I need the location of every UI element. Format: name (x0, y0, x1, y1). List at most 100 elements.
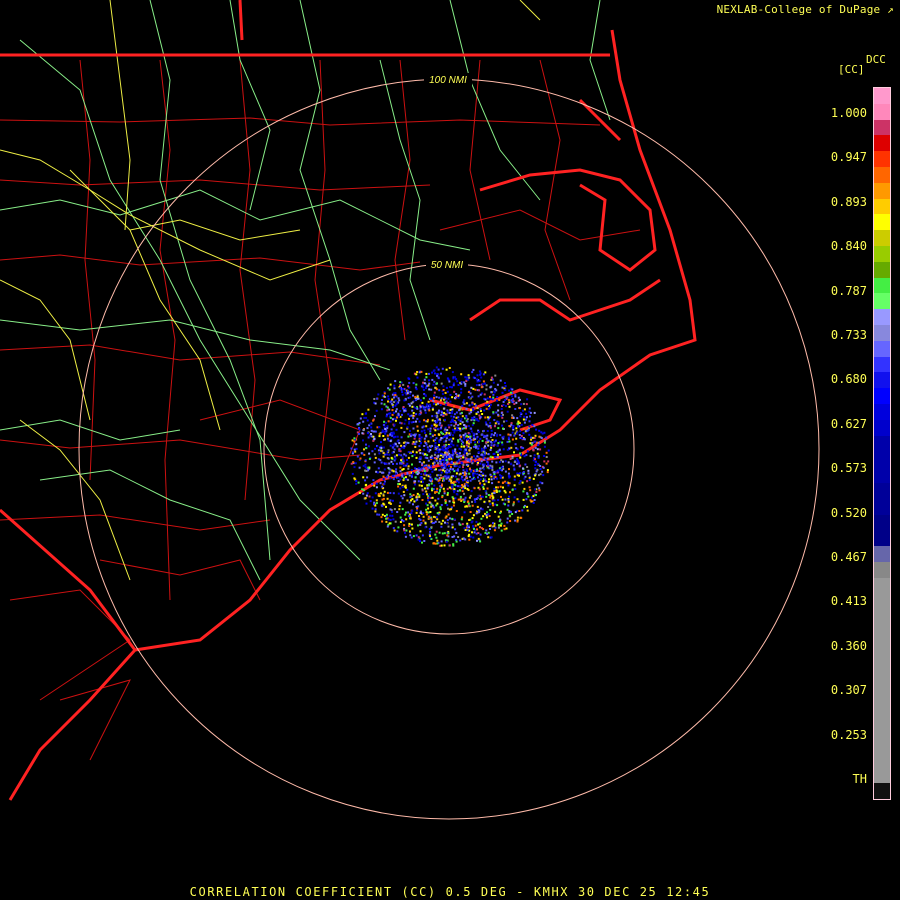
echo-pixel (506, 396, 509, 399)
echo-pixel (410, 421, 413, 424)
echo-pixel (419, 523, 422, 526)
echo-pixel (511, 416, 514, 419)
echo-pixel (366, 427, 369, 430)
echo-pixel (373, 398, 376, 400)
echo-pixel (399, 470, 402, 473)
echo-pixel (405, 529, 408, 532)
echo-pixel (386, 491, 389, 494)
echo-pixel (399, 478, 402, 481)
echo-pixel (438, 389, 441, 392)
echo-pixel (374, 510, 377, 513)
echo-pixel (506, 521, 509, 524)
legend-tick-label: 0.840 (830, 239, 867, 254)
echo-pixel (422, 481, 424, 484)
echo-pixel (435, 437, 438, 440)
echo-pixel (414, 476, 417, 479)
echo-pixel (443, 440, 446, 443)
echo-pixel (479, 462, 482, 465)
echo-pixel (457, 384, 460, 386)
echo-pixel (487, 513, 490, 516)
echo-pixel (425, 376, 428, 379)
echo-pixel (512, 504, 515, 507)
legend-swatch (874, 403, 890, 420)
echo-pixel (467, 504, 470, 507)
echo-pixel (445, 540, 448, 543)
echo-pixel (449, 393, 452, 396)
echo-pixel (517, 460, 520, 463)
echo-pixel (501, 498, 504, 501)
echo-pixel (425, 469, 428, 472)
echo-pixel (387, 395, 390, 398)
echo-pixel (476, 407, 479, 410)
echo-pixel (486, 511, 488, 514)
legend-swatch (874, 119, 890, 136)
echo-pixel (426, 493, 428, 496)
echo-pixel (479, 416, 482, 419)
echo-pixel (389, 518, 392, 521)
echo-pixel (468, 404, 471, 407)
echo-pixel (478, 444, 481, 447)
echo-pixel (377, 449, 380, 452)
echo-pixel (499, 468, 502, 471)
echo-pixel (372, 419, 375, 422)
echo-pixel (481, 433, 484, 436)
echo-pixel (450, 460, 453, 463)
echo-pixel (387, 398, 390, 401)
echo-pixel (478, 370, 481, 373)
echo-pixel (528, 420, 531, 423)
echo-pixel (437, 492, 440, 495)
echo-pixel (477, 441, 480, 444)
echo-pixel (460, 518, 463, 521)
echo-pixel (393, 384, 396, 387)
echo-pixel (382, 455, 385, 458)
echo-pixel (453, 465, 456, 468)
echo-pixel (399, 410, 402, 412)
echo-pixel (469, 535, 472, 538)
echo-pixel (372, 439, 375, 442)
echo-pixel (400, 472, 403, 475)
echo-pixel (395, 454, 398, 457)
echo-pixel (519, 456, 522, 459)
echo-pixel (412, 487, 415, 490)
echo-pixel (387, 467, 390, 469)
echo-pixel (511, 488, 514, 491)
echo-pixel (386, 409, 389, 412)
echo-pixel (534, 440, 537, 443)
echo-pixel (358, 466, 361, 469)
echo-pixel (422, 388, 425, 391)
echo-pixel (438, 482, 441, 485)
echo-pixel (432, 506, 435, 509)
echo-pixel (434, 520, 437, 523)
echo-pixel (433, 453, 436, 456)
echo-pixel (455, 378, 458, 381)
echo-pixel (467, 500, 470, 503)
echo-pixel (434, 533, 437, 536)
echo-pixel (423, 382, 426, 385)
echo-pixel (415, 496, 418, 499)
echo-pixel (533, 411, 536, 414)
echo-pixel (485, 529, 488, 532)
echo-pixel (430, 454, 433, 457)
echo-pixel (497, 453, 499, 456)
echo-pixel (436, 512, 439, 515)
echo-pixel (449, 400, 452, 403)
echo-pixel (465, 505, 468, 508)
echo-pixel (529, 489, 532, 492)
echo-pixel (409, 435, 412, 438)
legend-swatch (874, 356, 890, 373)
legend-swatch (874, 324, 890, 341)
echo-pixel (462, 442, 465, 445)
echo-pixel (407, 385, 409, 388)
echo-pixel (385, 513, 388, 516)
echo-pixel (512, 427, 515, 429)
echo-pixel (386, 450, 389, 453)
echo-pixel (422, 397, 425, 400)
echo-pixel (408, 404, 411, 407)
echo-pixel (534, 467, 537, 470)
echo-pixel (465, 407, 468, 410)
echo-pixel (353, 437, 356, 440)
echo-pixel (415, 420, 417, 423)
legend-swatch (874, 767, 890, 784)
echo-pixel (472, 525, 474, 528)
echo-pixel (492, 496, 495, 499)
